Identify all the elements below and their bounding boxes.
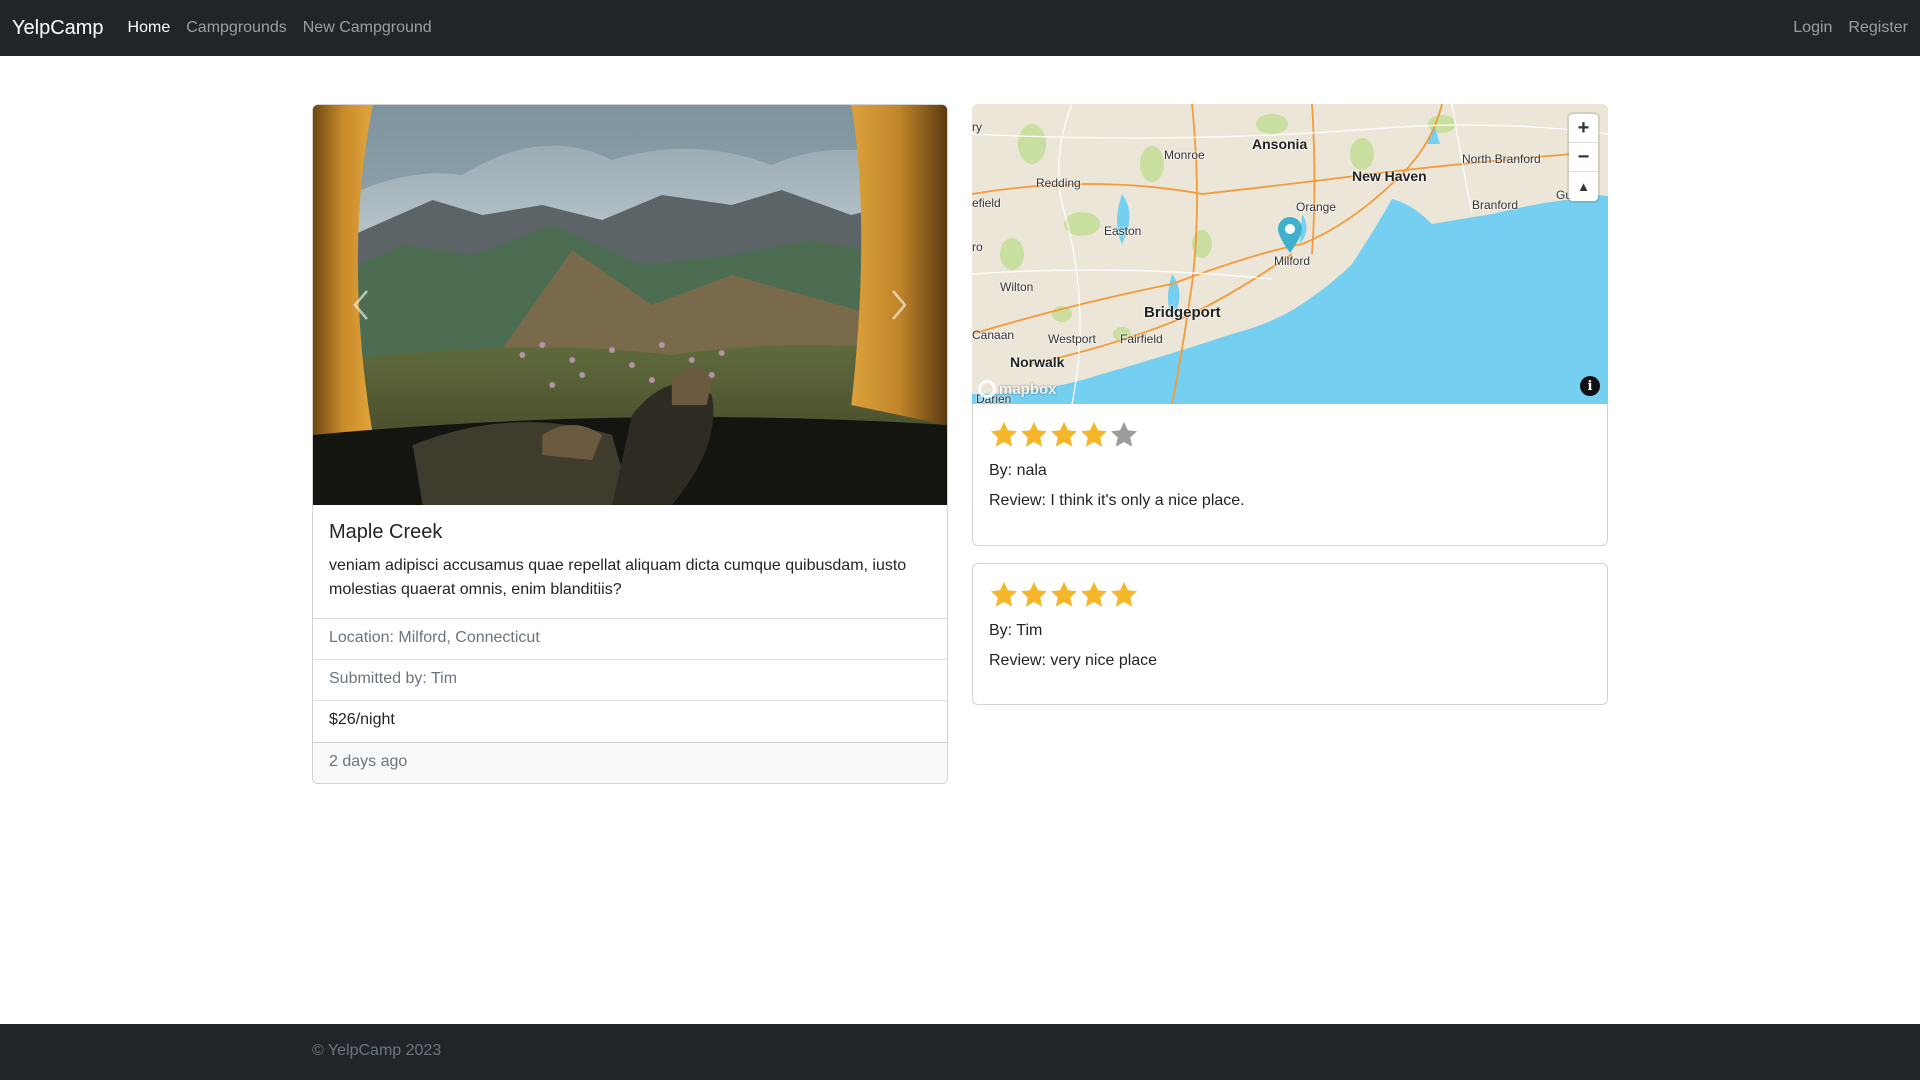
mapbox-logo-icon	[978, 380, 996, 398]
map-label-bridgeport: Bridgeport	[1144, 304, 1221, 321]
zoom-in-button[interactable]: +	[1569, 114, 1598, 143]
chevron-left-icon	[353, 290, 368, 320]
map-label-orange: Orange	[1296, 200, 1337, 214]
star-filled-icon	[1021, 581, 1047, 607]
nav-new-campground-link[interactable]: New Campground	[303, 19, 432, 37]
star-filled-icon	[1021, 421, 1047, 447]
map-label-north-branford: North Branford	[1462, 152, 1541, 166]
compass-button[interactable]: ▲	[1569, 172, 1598, 201]
campground-details: Location: Milford, Connecticut Submitted…	[313, 618, 947, 742]
review-text: Review: very nice place	[989, 652, 1158, 669]
review-author: By: Tim	[989, 622, 1043, 639]
review-card: By: nala Review: I think it's only a nic…	[972, 404, 1608, 546]
map-label-efield: efield	[972, 196, 1001, 210]
star-filled-icon	[1081, 421, 1107, 447]
map-label-monroe: Monroe	[1164, 148, 1205, 162]
map-label-ro: ro	[972, 240, 983, 254]
navbar: YelpCamp Home Campgrounds New Campground…	[0, 0, 1920, 56]
map-label-easton: Easton	[1104, 224, 1142, 238]
nav-home-link[interactable]: Home	[128, 19, 171, 37]
map-label-new-haven: New Haven	[1352, 168, 1427, 184]
star-filled-icon	[1051, 421, 1077, 447]
map-label-westport: Westport	[1048, 332, 1096, 346]
carousel-prev-button[interactable]	[313, 105, 409, 505]
zoom-out-button[interactable]: −	[1569, 143, 1598, 172]
star-filled-icon	[1081, 581, 1107, 607]
nav-links: Home Campgrounds New Campground	[128, 19, 448, 37]
campground-column: Maple Creek veniam adipisci accusamus qu…	[312, 104, 948, 784]
map-marker-icon[interactable]	[1276, 216, 1304, 254]
map-label-milford: Milford	[1274, 254, 1311, 268]
campground-title: Maple Creek	[329, 521, 443, 543]
review-stars	[989, 420, 1591, 452]
location-map[interactable]: ry Ansonia Monroe North Branford Redding…	[972, 104, 1608, 404]
map-label-wilton: Wilton	[1000, 280, 1034, 294]
map-zoom-controls: + − ▲	[1569, 114, 1598, 201]
brand-link[interactable]: YelpCamp	[12, 17, 104, 40]
campground-posted-time: 2 days ago	[313, 742, 947, 783]
map-label-branford: Branford	[1472, 198, 1519, 212]
review-text: Review: I think it's only a nice place.	[989, 492, 1245, 509]
campground-description: veniam adipisci accusamus quae repellat …	[329, 557, 907, 598]
image-carousel	[313, 105, 947, 505]
footer: © YelpCamp 2023	[0, 1024, 1920, 1080]
review-card: By: Tim Review: very nice place	[972, 563, 1608, 705]
star-filled-icon	[1111, 581, 1137, 607]
nav-campgrounds-link[interactable]: Campgrounds	[186, 19, 287, 37]
register-link[interactable]: Register	[1848, 19, 1908, 37]
mapbox-logo[interactable]: mapbox	[978, 380, 1057, 398]
star-filled-icon	[1051, 581, 1077, 607]
campground-card: Maple Creek veniam adipisci accusamus qu…	[312, 104, 948, 784]
review-author: By: nala	[989, 462, 1047, 479]
campground-price: $26/night	[329, 711, 395, 728]
map-label-ry: ry	[972, 120, 982, 134]
map-info-button[interactable]: i	[1580, 376, 1600, 396]
review-stars	[989, 580, 1591, 612]
map-reviews-column: ry Ansonia Monroe North Branford Redding…	[972, 104, 1608, 705]
mapbox-logo-text: mapbox	[999, 380, 1057, 398]
map-label-canaan: Canaan	[972, 328, 1015, 342]
star-filled-icon	[991, 421, 1017, 447]
map-label-redding: Redding	[1036, 176, 1081, 190]
star-empty-icon	[1111, 421, 1137, 447]
map-label-norwalk: Norwalk	[1010, 354, 1065, 370]
campground-author: Submitted by: Tim	[313, 660, 947, 701]
map-label-fairfield: Fairfield	[1120, 332, 1163, 346]
footer-copyright: © YelpCamp 2023	[312, 1042, 442, 1059]
star-filled-icon	[991, 581, 1017, 607]
chevron-right-icon	[892, 290, 907, 320]
campground-location: Location: Milford, Connecticut	[313, 619, 947, 660]
login-link[interactable]: Login	[1793, 19, 1832, 37]
carousel-next-button[interactable]	[851, 105, 947, 505]
map-label-ansonia: Ansonia	[1252, 136, 1308, 152]
auth-links: Login Register	[1777, 19, 1908, 37]
campground-card-body: Maple Creek veniam adipisci accusamus qu…	[313, 505, 947, 618]
